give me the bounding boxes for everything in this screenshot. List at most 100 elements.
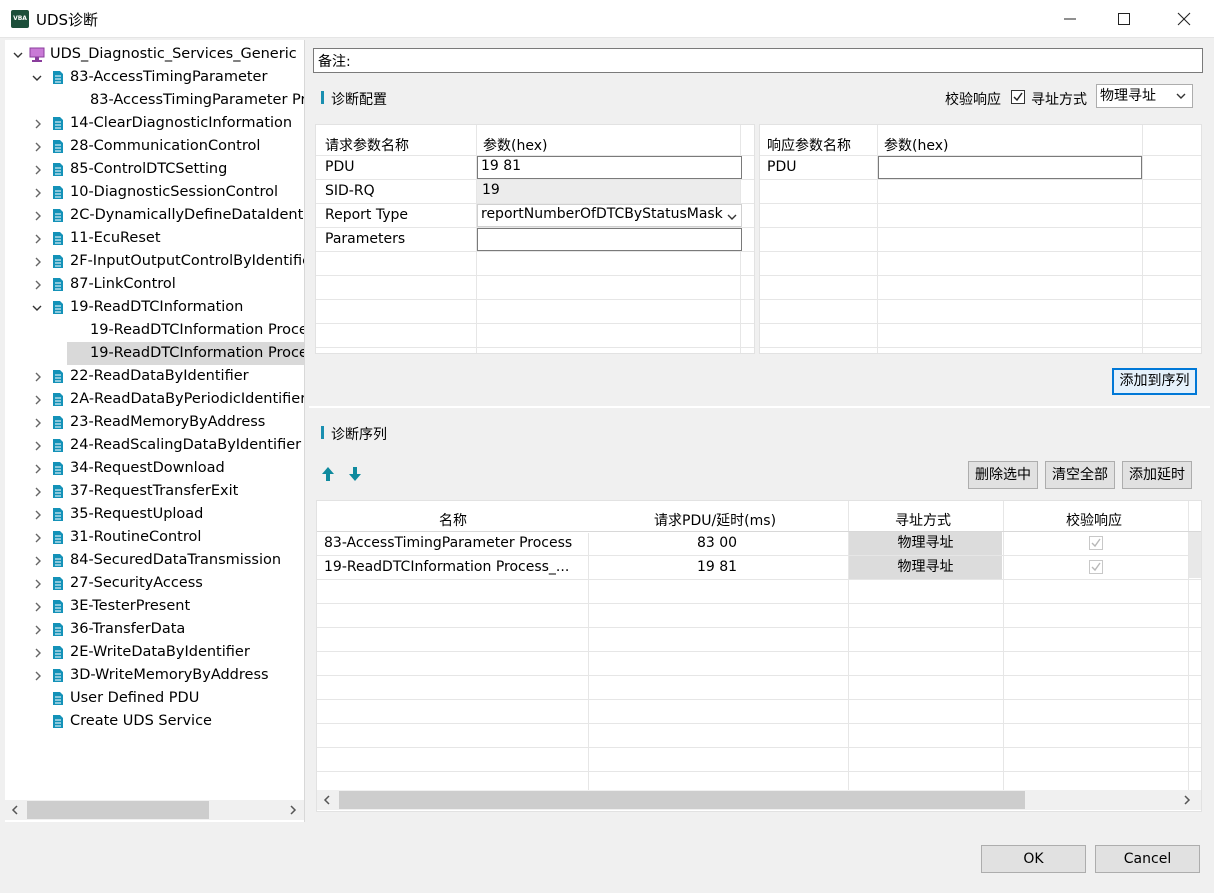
tree-item[interactable]: 22-ReadDataByIdentifier	[5, 365, 304, 388]
sequence-table: 名称 请求PDU/延时(ms) 寻址方式 校验响应 83-AccessTimin…	[316, 500, 1202, 812]
tree-item[interactable]: 19-ReadDTCInformation	[5, 296, 304, 319]
tree-item[interactable]: 28-CommunicationControl	[5, 135, 304, 158]
sequence-scroll-thumb[interactable]	[339, 791, 1025, 809]
remark-label: 备注:	[318, 54, 351, 70]
clear-all-button[interactable]: 清空全部	[1045, 461, 1115, 489]
minimize-button[interactable]	[1043, 0, 1097, 38]
service-tree[interactable]: UDS_Diagnostic_Services_Generic 83-Acces…	[5, 40, 305, 822]
table-row-name[interactable]: 19-ReadDTCInformation Process_...	[324, 559, 569, 575]
tree-item[interactable]: 87-LinkControl	[5, 273, 304, 296]
tree-item[interactable]: 85-ControlDTCSetting	[5, 158, 304, 181]
report-type-select[interactable]: reportNumberOfDTCByStatusMask	[477, 204, 742, 227]
move-up-icon[interactable]	[321, 466, 335, 482]
chevron-right-icon[interactable]	[33, 165, 43, 175]
tree-item[interactable]: 19-ReadDTCInformation Process	[5, 319, 304, 342]
parameters-input[interactable]	[477, 228, 742, 251]
chevron-right-icon[interactable]	[33, 441, 43, 451]
tree-item[interactable]: 84-SecuredDataTransmission	[5, 549, 304, 572]
verify-response-checkbox[interactable]	[1011, 90, 1025, 104]
tree-item[interactable]: 2A-ReadDataByPeriodicIdentifier	[5, 388, 304, 411]
chevron-right-icon[interactable]	[33, 257, 43, 267]
tree-item[interactable]: 3D-WriteMemoryByAddress	[5, 664, 304, 687]
sequence-vertical-scrollbar[interactable]	[1189, 532, 1201, 578]
tree-scroll-thumb[interactable]	[27, 801, 209, 819]
scroll-left-icon[interactable]	[323, 795, 331, 805]
tree-item[interactable]: 2F-InputOutputControlByIdentifier	[5, 250, 304, 273]
chevron-right-icon[interactable]	[33, 602, 43, 612]
pdu-request-input[interactable]: 19 81	[477, 156, 742, 179]
add-to-sequence-button[interactable]: 添加到序列	[1112, 368, 1197, 395]
sequence-horizontal-scrollbar[interactable]	[317, 790, 1201, 810]
tree-item[interactable]: 3E-TesterPresent	[5, 595, 304, 618]
chevron-right-icon[interactable]	[33, 418, 43, 428]
window-title: UDS诊断	[36, 11, 99, 29]
chevron-right-icon[interactable]	[33, 234, 43, 244]
scroll-right-icon[interactable]	[289, 805, 297, 815]
chevron-right-icon[interactable]	[33, 211, 43, 221]
tree-item[interactable]: 34-RequestDownload	[5, 457, 304, 480]
remark-input[interactable]: 备注:	[313, 48, 1203, 73]
cancel-button[interactable]: Cancel	[1095, 845, 1200, 873]
close-button[interactable]	[1157, 0, 1211, 38]
chevron-right-icon[interactable]	[33, 510, 43, 520]
chevron-right-icon[interactable]	[33, 487, 43, 497]
scroll-left-icon[interactable]	[11, 805, 19, 815]
tree-item[interactable]: 23-ReadMemoryByAddress	[5, 411, 304, 434]
monitor-icon	[29, 47, 45, 62]
tree-item[interactable]: 2E-WriteDataByIdentifier	[5, 641, 304, 664]
tree-item[interactable]: 31-RoutineControl	[5, 526, 304, 549]
tree-item[interactable]: 19-ReadDTCInformation Process	[5, 342, 304, 365]
table-row-addressing[interactable]: 物理寻址	[849, 532, 1002, 555]
tree-item[interactable]: Create UDS Service	[5, 710, 304, 733]
chevron-right-icon[interactable]	[33, 464, 43, 474]
move-down-icon[interactable]	[348, 466, 362, 482]
chevron-right-icon[interactable]	[33, 119, 43, 129]
tree-item[interactable]: 2C-DynamicallyDefineDataIdentifier	[5, 204, 304, 227]
chevron-right-icon[interactable]	[33, 188, 43, 198]
table-row-pdu[interactable]: 83 00	[697, 535, 737, 551]
chevron-right-icon[interactable]	[33, 142, 43, 152]
tree-item[interactable]: 14-ClearDiagnosticInformation	[5, 112, 304, 135]
delete-selected-button[interactable]: 删除选中	[968, 461, 1038, 489]
tree-item[interactable]: 83-AccessTimingParameter Process	[5, 89, 304, 112]
ok-button[interactable]: OK	[981, 845, 1086, 873]
tree-item[interactable]: 11-EcuReset	[5, 227, 304, 250]
tree-item[interactable]: 35-RequestUpload	[5, 503, 304, 526]
chevron-right-icon[interactable]	[33, 648, 43, 658]
tree-item[interactable]: 36-TransferData	[5, 618, 304, 641]
tree-item-label: User Defined PDU	[70, 690, 200, 706]
tree-root[interactable]: UDS_Diagnostic_Services_Generic	[5, 43, 304, 66]
maximize-button[interactable]	[1097, 0, 1151, 38]
tree-item[interactable]: User Defined PDU	[5, 687, 304, 710]
app-logo-icon: VBA	[11, 10, 29, 28]
tree-item[interactable]: 27-SecurityAccess	[5, 572, 304, 595]
tree-item-label: 3D-WriteMemoryByAddress	[70, 667, 269, 683]
tree-item[interactable]: 24-ReadScalingDataByIdentifier	[5, 434, 304, 457]
chevron-down-icon[interactable]	[13, 50, 23, 60]
chevron-right-icon[interactable]	[33, 280, 43, 290]
chevron-right-icon[interactable]	[33, 556, 43, 566]
tree-horizontal-scrollbar[interactable]	[5, 800, 304, 820]
chevron-right-icon[interactable]	[33, 395, 43, 405]
tree-item[interactable]: 37-RequestTransferExit	[5, 480, 304, 503]
scroll-right-icon[interactable]	[1183, 795, 1191, 805]
table-row-name[interactable]: 83-AccessTimingParameter Process	[324, 535, 572, 551]
add-delay-button[interactable]: 添加延时	[1122, 461, 1192, 489]
chevron-right-icon[interactable]	[33, 533, 43, 543]
chevron-right-icon[interactable]	[33, 671, 43, 681]
chevron-down-icon[interactable]	[32, 73, 42, 83]
table-row-addressing[interactable]: 物理寻址	[849, 556, 1002, 579]
section-divider	[309, 406, 1210, 408]
tree-item[interactable]: 10-DiagnosticSessionControl	[5, 181, 304, 204]
tree-item[interactable]: 83-AccessTimingParameter	[5, 66, 304, 89]
addressing-mode-select[interactable]: 物理寻址	[1096, 84, 1193, 108]
pdu-response-input[interactable]	[878, 156, 1142, 179]
chevron-right-icon[interactable]	[33, 625, 43, 635]
document-icon	[53, 416, 63, 429]
table-row-pdu[interactable]: 19 81	[697, 559, 737, 575]
chevron-right-icon[interactable]	[33, 579, 43, 589]
table-row-verify-checkbox[interactable]	[1089, 560, 1103, 574]
chevron-right-icon[interactable]	[33, 372, 43, 382]
chevron-down-icon[interactable]	[32, 303, 42, 313]
table-row-verify-checkbox[interactable]	[1089, 536, 1103, 550]
